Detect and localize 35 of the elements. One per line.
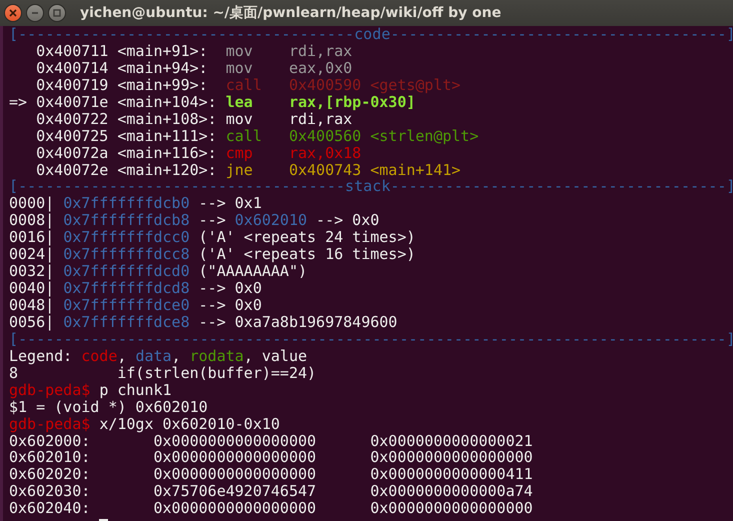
terminal-line: gdb-peda$ p chunk1 <box>9 380 172 399</box>
terminal-line: 0048| 0x7fffffffdce0 --> 0x0 <box>9 296 262 314</box>
terminal-line: 0x400719 <main+99>: call 0x400590 <gets@plt> <box>35 76 461 94</box>
terminal-line: 0000| 0x7fffffffdcb0 --> 0x1 <box>9 194 262 212</box>
terminal-line: 0056| 0x7fffffffdce8 --> 0xa7a8b19697849600 <box>9 312 398 331</box>
terminal-line: 0032| 0x7fffffffdcd0 ("AAAAAAAA") <box>9 262 308 280</box>
terminal-line: 0x400725 <main+111>: call 0x400560 <strlen@plt> <box>35 126 479 145</box>
terminal-line: 0x602020: 0x0000000000000000 0x0000000000000411 <box>9 465 533 484</box>
terminal-line: 0024| 0x7fffffffdcc8 ('A' <repeats 16 times>) <box>9 245 416 264</box>
terminal-line: gdb-peda$ x/10gx 0x602010-0x10 <box>9 414 280 433</box>
terminal-line: 0x602010: 0x0000000000000000 0x0000000000000000 <box>9 448 533 466</box>
minimize-button[interactable] <box>26 4 44 22</box>
terminal-line: 0008| 0x7fffffffdcb8 --> 0x602010 --> 0x0 <box>9 211 380 230</box>
terminal-line: 0x602030: 0x75706e4920746547 0x0000000000000a74 <box>9 482 533 500</box>
section-header: [------------------------------------stack-------------------------------------] <box>9 177 733 196</box>
terminal-line: 0x400714 <main+94>: mov eax,0x0 <box>35 58 352 77</box>
close-icon <box>8 8 18 18</box>
section-header: [-------------------------------------code-------------------------------------] <box>9 25 733 43</box>
terminal-line: 0x400722 <main+108>: mov rdi,rax <box>35 110 352 128</box>
close-button[interactable] <box>4 4 22 22</box>
terminal-line: 0x602040: 0x0000000000000000 0x0000000000000000 <box>9 499 533 518</box>
section-header: [------------------------------------------------------------------------------] <box>9 330 733 348</box>
window-title: yichen@ubuntu: ~/桌面/pwnlearn/heap/wiki/off by one <box>80 4 502 22</box>
terminal-line: 0x40072e <main+120>: jne 0x400743 <main+141> <box>35 160 461 178</box>
terminal-line: $1 = (void *) 0x602010 <box>9 398 208 416</box>
maximize-icon <box>52 8 62 18</box>
terminal-line: 8 if(strlen(buffer)==24) <box>9 364 316 382</box>
maximize-button[interactable] <box>48 4 66 22</box>
terminal-line: 0040| 0x7fffffffdcd8 --> 0x0 <box>9 279 262 298</box>
terminal-line: 0016| 0x7fffffffdcc0 ('A' <repeats 24 times>) <box>9 228 416 246</box>
terminal-line: 0x602000: 0x0000000000000000 0x0000000000000021 <box>9 432 533 450</box>
terminal-line: Legend: code, data, rodata, value <box>9 346 308 365</box>
terminal-line: 0x40072a <main+116>: cmp rax,0x18 <box>35 144 362 162</box>
terminal-line: 0x400711 <main+91>: mov rdi,rax <box>35 42 352 60</box>
terminal-line: => 0x40071e <main+104>: lea rax,[rbp-0x30] <box>9 92 416 111</box>
